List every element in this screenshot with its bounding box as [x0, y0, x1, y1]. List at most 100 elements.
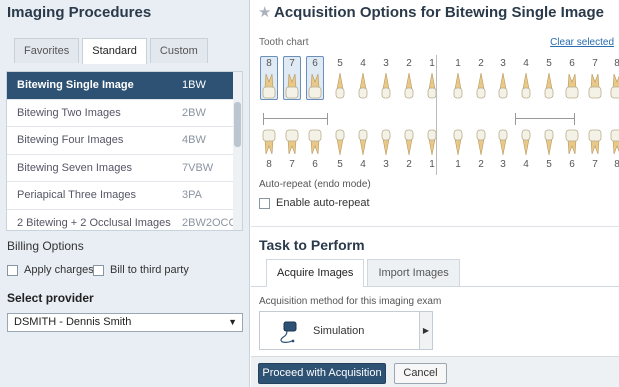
tooth-icon[interactable]	[495, 71, 511, 99]
action-footer: Proceed with Acquisition Cancel	[251, 356, 619, 387]
bill-third-party-option[interactable]: Bill to third party	[93, 264, 189, 276]
acquisition-pane: ★ Acquisition Options for Bitewing Singl…	[251, 0, 619, 387]
procedures-pane: Imaging Procedures Favorites Standard Cu…	[0, 0, 250, 387]
tooth-icon[interactable]	[564, 129, 580, 157]
tooth-icon[interactable]	[307, 71, 323, 99]
tooth-icon[interactable]	[609, 129, 619, 157]
tooth-icon[interactable]	[495, 129, 511, 157]
procedure-row-2bw[interactable]: Bitewing Two Images 2BW	[7, 100, 242, 127]
tooth-chart-midline	[436, 55, 437, 175]
upper-tooth-number: 1	[455, 58, 461, 69]
lower-tooth-number: 8	[614, 159, 619, 170]
tooth-icon[interactable]	[378, 129, 394, 157]
tooth-icon[interactable]	[541, 71, 557, 99]
upper-tooth-number: 1	[429, 58, 435, 69]
procedure-list: Bitewing Single Image 1BW Bitewing Two I…	[6, 71, 243, 231]
tooth-icon[interactable]	[355, 129, 371, 157]
lower-tooth-number: 3	[500, 159, 506, 170]
tooth-icon[interactable]	[401, 71, 417, 99]
chevron-right-icon[interactable]: ▶	[419, 312, 432, 349]
cancel-button[interactable]: Cancel	[394, 363, 447, 384]
tooth-icon[interactable]	[587, 71, 603, 99]
tooth-icon[interactable]	[261, 71, 277, 99]
upper-tooth-number: 4	[360, 58, 366, 69]
tooth-icon[interactable]	[355, 71, 371, 99]
tooth-icon[interactable]	[541, 129, 557, 157]
acquisition-method-selector[interactable]: Simulation ▶	[259, 311, 433, 350]
acquisition-method-value: Simulation	[313, 325, 365, 337]
procedure-code: 2BW	[182, 106, 206, 119]
procedure-name: Periapical Three Images	[17, 189, 137, 201]
upper-tooth-number: 5	[337, 58, 343, 69]
lower-tooth-number: 3	[383, 159, 389, 170]
upper-tooth-number: 7	[592, 58, 598, 69]
tooth-icon[interactable]	[564, 71, 580, 99]
procedure-code: 3PA	[182, 189, 202, 201]
acquisition-title: Acquisition Options for Bitewing Single …	[274, 4, 605, 21]
tooth-icon[interactable]	[332, 71, 348, 99]
tab-import-images[interactable]: Import Images	[367, 259, 460, 286]
tooth-icon[interactable]	[609, 71, 619, 99]
procedure-code: 4BW	[182, 134, 206, 146]
star-icon[interactable]: ★	[258, 3, 271, 21]
tab-favorites[interactable]: Favorites	[14, 38, 80, 63]
lower-tooth-number: 7	[592, 159, 598, 170]
bill-third-party-checkbox[interactable]	[93, 264, 104, 276]
tab-standard[interactable]: Standard	[82, 38, 147, 64]
tooth-icon[interactable]	[450, 71, 466, 99]
upper-tooth-number: 2	[478, 58, 484, 69]
apply-charges-checkbox[interactable]	[7, 264, 18, 276]
clear-selected-link[interactable]: Clear selected	[550, 37, 614, 48]
tooth-icon[interactable]	[401, 129, 417, 157]
tab-acquire-images[interactable]: Acquire Images	[266, 259, 365, 287]
lower-tooth-number: 2	[478, 159, 484, 170]
tooth-icon[interactable]	[450, 129, 466, 157]
upper-tooth-number: 7	[289, 58, 295, 69]
tooth-icon[interactable]	[261, 129, 277, 157]
procedure-code: 2BW2OCC	[182, 216, 237, 229]
tooth-icon[interactable]	[424, 129, 440, 157]
lower-tooth-number: 8	[266, 159, 272, 170]
procedure-list-scrollbar[interactable]	[233, 72, 242, 230]
tooth-icon[interactable]	[473, 129, 489, 157]
bitewing-bracket	[263, 113, 328, 125]
proceed-with-acquisition-button[interactable]: Proceed with Acquisition	[258, 363, 386, 384]
tooth-icon[interactable]	[518, 71, 534, 99]
tooth-chart-label: Tooth chart	[259, 37, 309, 48]
tooth-icon[interactable]	[307, 129, 323, 157]
procedure-row-1bw[interactable]: Bitewing Single Image 1BW	[7, 72, 242, 100]
provider-selected-value: DSMITH - Dennis Smith	[14, 316, 132, 328]
section-divider	[251, 226, 619, 227]
auto-repeat-title: Auto-repeat (endo mode)	[259, 179, 371, 190]
procedure-row-3pa[interactable]: Periapical Three Images 3PA	[7, 182, 242, 210]
procedure-tabs: Favorites Standard Custom	[14, 38, 211, 64]
scroll-thumb[interactable]	[234, 102, 241, 147]
tooth-icon[interactable]	[473, 71, 489, 99]
lower-tooth-number: 6	[569, 159, 575, 170]
tooth-icon[interactable]	[587, 129, 603, 157]
procedures-title: Imaging Procedures	[7, 4, 152, 21]
tooth-icon[interactable]	[332, 129, 348, 157]
procedure-row-4bw[interactable]: Bitewing Four Images 4BW	[7, 127, 242, 155]
lower-tooth-number: 7	[289, 159, 295, 170]
tab-custom[interactable]: Custom	[149, 38, 208, 63]
tooth-icon[interactable]	[284, 129, 300, 157]
procedure-name: Bitewing Two Images	[17, 106, 121, 119]
procedure-code: 1BW	[182, 79, 206, 91]
apply-charges-option[interactable]: Apply charges	[7, 264, 94, 276]
upper-tooth-number: 6	[312, 58, 318, 69]
enable-auto-repeat-checkbox[interactable]	[259, 197, 270, 209]
tooth-icon[interactable]	[424, 71, 440, 99]
tooth-icon[interactable]	[518, 129, 534, 157]
procedure-row-7vbw[interactable]: Bitewing Seven Images 7VBW	[7, 155, 242, 182]
procedure-row-2bw2occ[interactable]: 2 Bitewing + 2 Occlusal Images 2BW2OCC	[7, 210, 242, 231]
billing-options-title: Billing Options	[7, 239, 84, 253]
tooth-icon[interactable]	[284, 71, 300, 99]
tooth-icon[interactable]	[378, 71, 394, 99]
procedure-name: Bitewing Four Images	[17, 134, 124, 146]
apply-charges-label: Apply charges	[24, 264, 94, 276]
enable-auto-repeat-label: Enable auto-repeat	[276, 197, 370, 209]
enable-auto-repeat-option[interactable]: Enable auto-repeat	[259, 197, 370, 209]
provider-select[interactable]: DSMITH - Dennis Smith ▼	[7, 313, 243, 332]
lower-tooth-number: 5	[546, 159, 552, 170]
